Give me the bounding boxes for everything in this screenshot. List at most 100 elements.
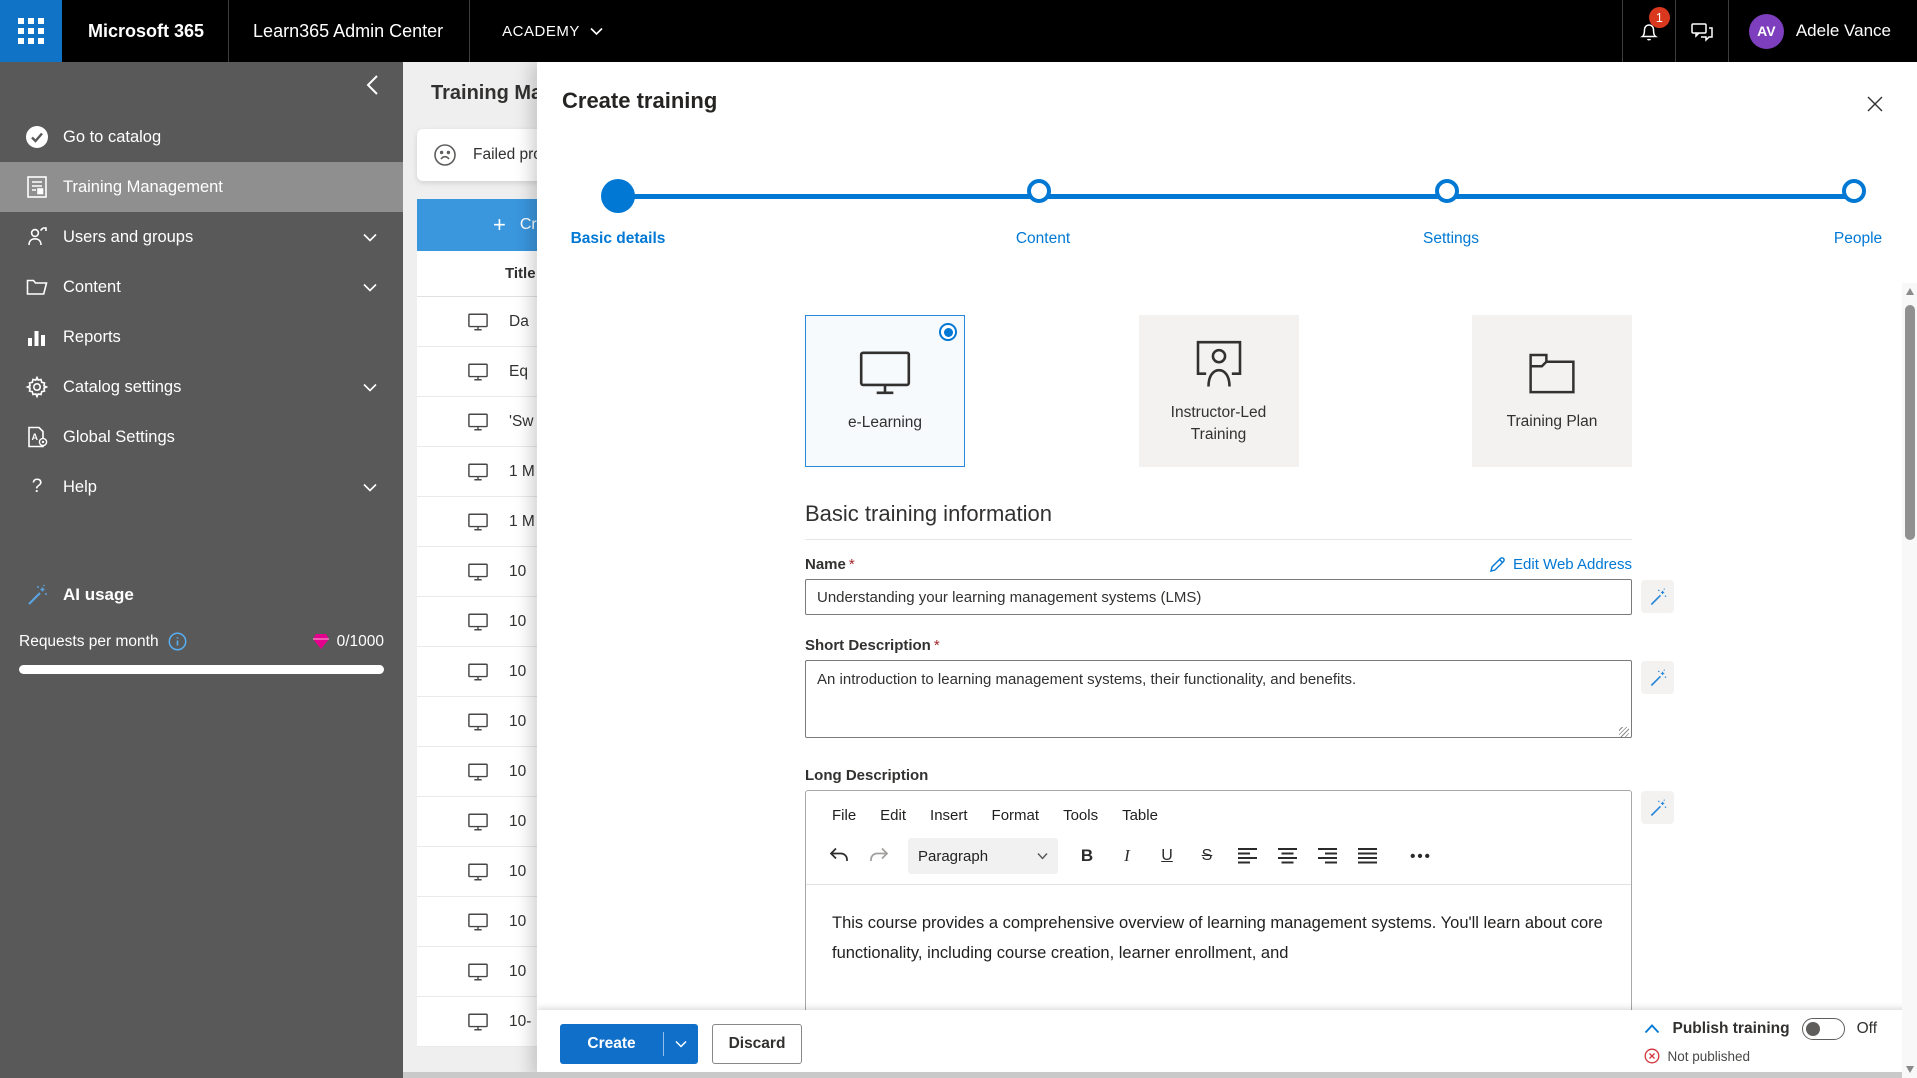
editor-menu-item[interactable]: Edit [870, 803, 916, 828]
tenant-switcher[interactable]: ACADEMY [502, 23, 603, 40]
undo-button[interactable] [822, 839, 856, 873]
paragraph-style-dropdown[interactable]: Paragraph [908, 838, 1058, 874]
training-title: 10 [509, 612, 527, 630]
chevron-down-icon [363, 383, 377, 392]
monitor-icon [467, 812, 489, 832]
sidebar-item-catalog-settings[interactable]: Catalog settings [0, 362, 403, 412]
notifications-button[interactable]: 1 [1623, 0, 1675, 62]
vertical-scrollbar[interactable] [1902, 283, 1917, 1078]
type-card-elearning[interactable]: e-Learning [805, 315, 965, 467]
brand-title[interactable]: Microsoft 365 [88, 21, 204, 42]
chevron-down-icon [590, 27, 603, 35]
wizard-stepper: Basic details Content Settings People [537, 62, 1917, 262]
step-label-settings[interactable]: Settings [1423, 230, 1479, 248]
resize-handle[interactable] [1619, 727, 1629, 737]
chevron-down-icon [363, 283, 377, 292]
horizontal-scrollbar[interactable] [403, 1072, 1902, 1078]
sidebar-item-global-settings[interactable]: A Global Settings [0, 412, 403, 462]
monitor-icon [467, 762, 489, 782]
scroll-up-arrow[interactable] [1905, 288, 1914, 295]
stepper-line [618, 194, 1858, 199]
publish-training-label: Publish training [1672, 1020, 1790, 1037]
create-split-button[interactable]: Create [560, 1024, 698, 1064]
app-launcher-button[interactable] [0, 0, 62, 62]
step-settings-dot[interactable] [1435, 179, 1459, 203]
type-card-training-plan[interactable]: Training Plan [1472, 315, 1632, 467]
radio-checked-icon [939, 323, 957, 341]
short-description-input[interactable]: An introduction to learning management s… [805, 660, 1632, 738]
step-label-content[interactable]: Content [1016, 230, 1070, 248]
create-options-button[interactable] [664, 1040, 698, 1048]
step-content-dot[interactable] [1027, 179, 1051, 203]
sidebar-item-go-to-catalog[interactable]: Go to catalog [0, 112, 403, 162]
underline-button[interactable]: U [1150, 839, 1184, 873]
long-description-content[interactable]: This course provides a comprehensive ove… [806, 885, 1631, 968]
align-left-icon [1237, 848, 1257, 864]
sidebar-item-training-management[interactable]: Training Management [0, 162, 403, 212]
feedback-button[interactable] [1676, 0, 1728, 62]
chevron-down-icon [363, 483, 377, 492]
align-left-button[interactable] [1230, 839, 1264, 873]
scrollbar-thumb[interactable] [1904, 305, 1915, 540]
user-name[interactable]: Adele Vance [1796, 21, 1891, 41]
scroll-down-arrow[interactable] [1905, 1066, 1914, 1073]
italic-button[interactable]: I [1110, 839, 1144, 873]
editor-menu-item[interactable]: Insert [920, 803, 978, 828]
sidebar-item-reports[interactable]: Reports [0, 312, 403, 362]
info-icon[interactable] [168, 632, 187, 651]
step-label-people[interactable]: People [1834, 230, 1882, 248]
magic-wand-icon [25, 583, 49, 607]
sidebar-item-users-and-groups[interactable]: Users and groups [0, 212, 403, 262]
bold-button[interactable]: B [1070, 839, 1104, 873]
more-tools-button[interactable]: ••• [1404, 839, 1438, 873]
toggle-state-label: Off [1856, 1020, 1877, 1037]
sidebar-item-label: Content [63, 277, 121, 296]
redo-button[interactable] [862, 839, 896, 873]
app-title[interactable]: Learn365 Admin Center [253, 21, 443, 42]
edit-web-address-link[interactable]: Edit Web Address [1489, 556, 1632, 573]
publish-status-text: Not published [1667, 1048, 1751, 1064]
discard-button[interactable]: Discard [712, 1024, 802, 1064]
training-title: 1 M [509, 462, 535, 480]
publish-toggle[interactable] [1801, 1018, 1845, 1040]
ai-assist-button[interactable] [1641, 580, 1674, 613]
align-right-button[interactable] [1310, 839, 1344, 873]
monitor-icon [467, 712, 489, 732]
avatar[interactable]: AV [1748, 13, 1784, 49]
editor-menu-item[interactable]: Tools [1053, 803, 1108, 828]
editor-menu-item[interactable]: Format [982, 803, 1050, 828]
quota-value: 0/1000 [336, 632, 384, 650]
chevron-up-icon[interactable] [1644, 1024, 1660, 1034]
monitor-icon [467, 1012, 489, 1032]
redo-icon [870, 847, 889, 861]
step-people-dot[interactable] [1842, 179, 1866, 203]
strikethrough-button[interactable]: S [1190, 839, 1224, 873]
step-label-basic-details[interactable]: Basic details [571, 230, 666, 248]
type-card-instructor-led[interactable]: Instructor-Led Training [1138, 315, 1299, 467]
monitor-icon [467, 412, 489, 432]
align-center-button[interactable] [1270, 839, 1304, 873]
ai-usage-label: AI usage [63, 585, 134, 604]
training-title: 10 [509, 962, 527, 980]
divider [469, 0, 471, 62]
ai-assist-button[interactable] [1641, 661, 1674, 694]
sidebar-item-help[interactable]: ? Help [0, 462, 403, 512]
sidebar-item-label: Go to catalog [63, 127, 162, 146]
editor-menu-item[interactable]: File [822, 803, 866, 828]
training-title: 10 [509, 862, 527, 880]
sidebar: Go to catalog Training Management Users … [0, 62, 403, 1078]
collapse-sidebar-button[interactable] [365, 74, 379, 96]
justify-button[interactable] [1350, 839, 1384, 873]
sidebar-item-content[interactable]: Content [0, 262, 403, 312]
rich-text-editor: File Edit Insert Format Tools Table Para… [805, 790, 1632, 1040]
editor-menu-item[interactable]: Table [1112, 803, 1168, 828]
magic-wand-icon [1650, 799, 1666, 816]
name-input[interactable] [805, 579, 1632, 615]
monitor-icon [467, 312, 489, 332]
folder-icon [25, 275, 49, 299]
ai-assist-button[interactable] [1641, 791, 1674, 824]
sidebar-item-ai-usage[interactable]: AI usage [0, 570, 403, 620]
diamond-icon [312, 634, 329, 649]
publish-group: Publish training Off Not published [1644, 1018, 1877, 1064]
step-basic-details-dot[interactable] [601, 179, 635, 213]
